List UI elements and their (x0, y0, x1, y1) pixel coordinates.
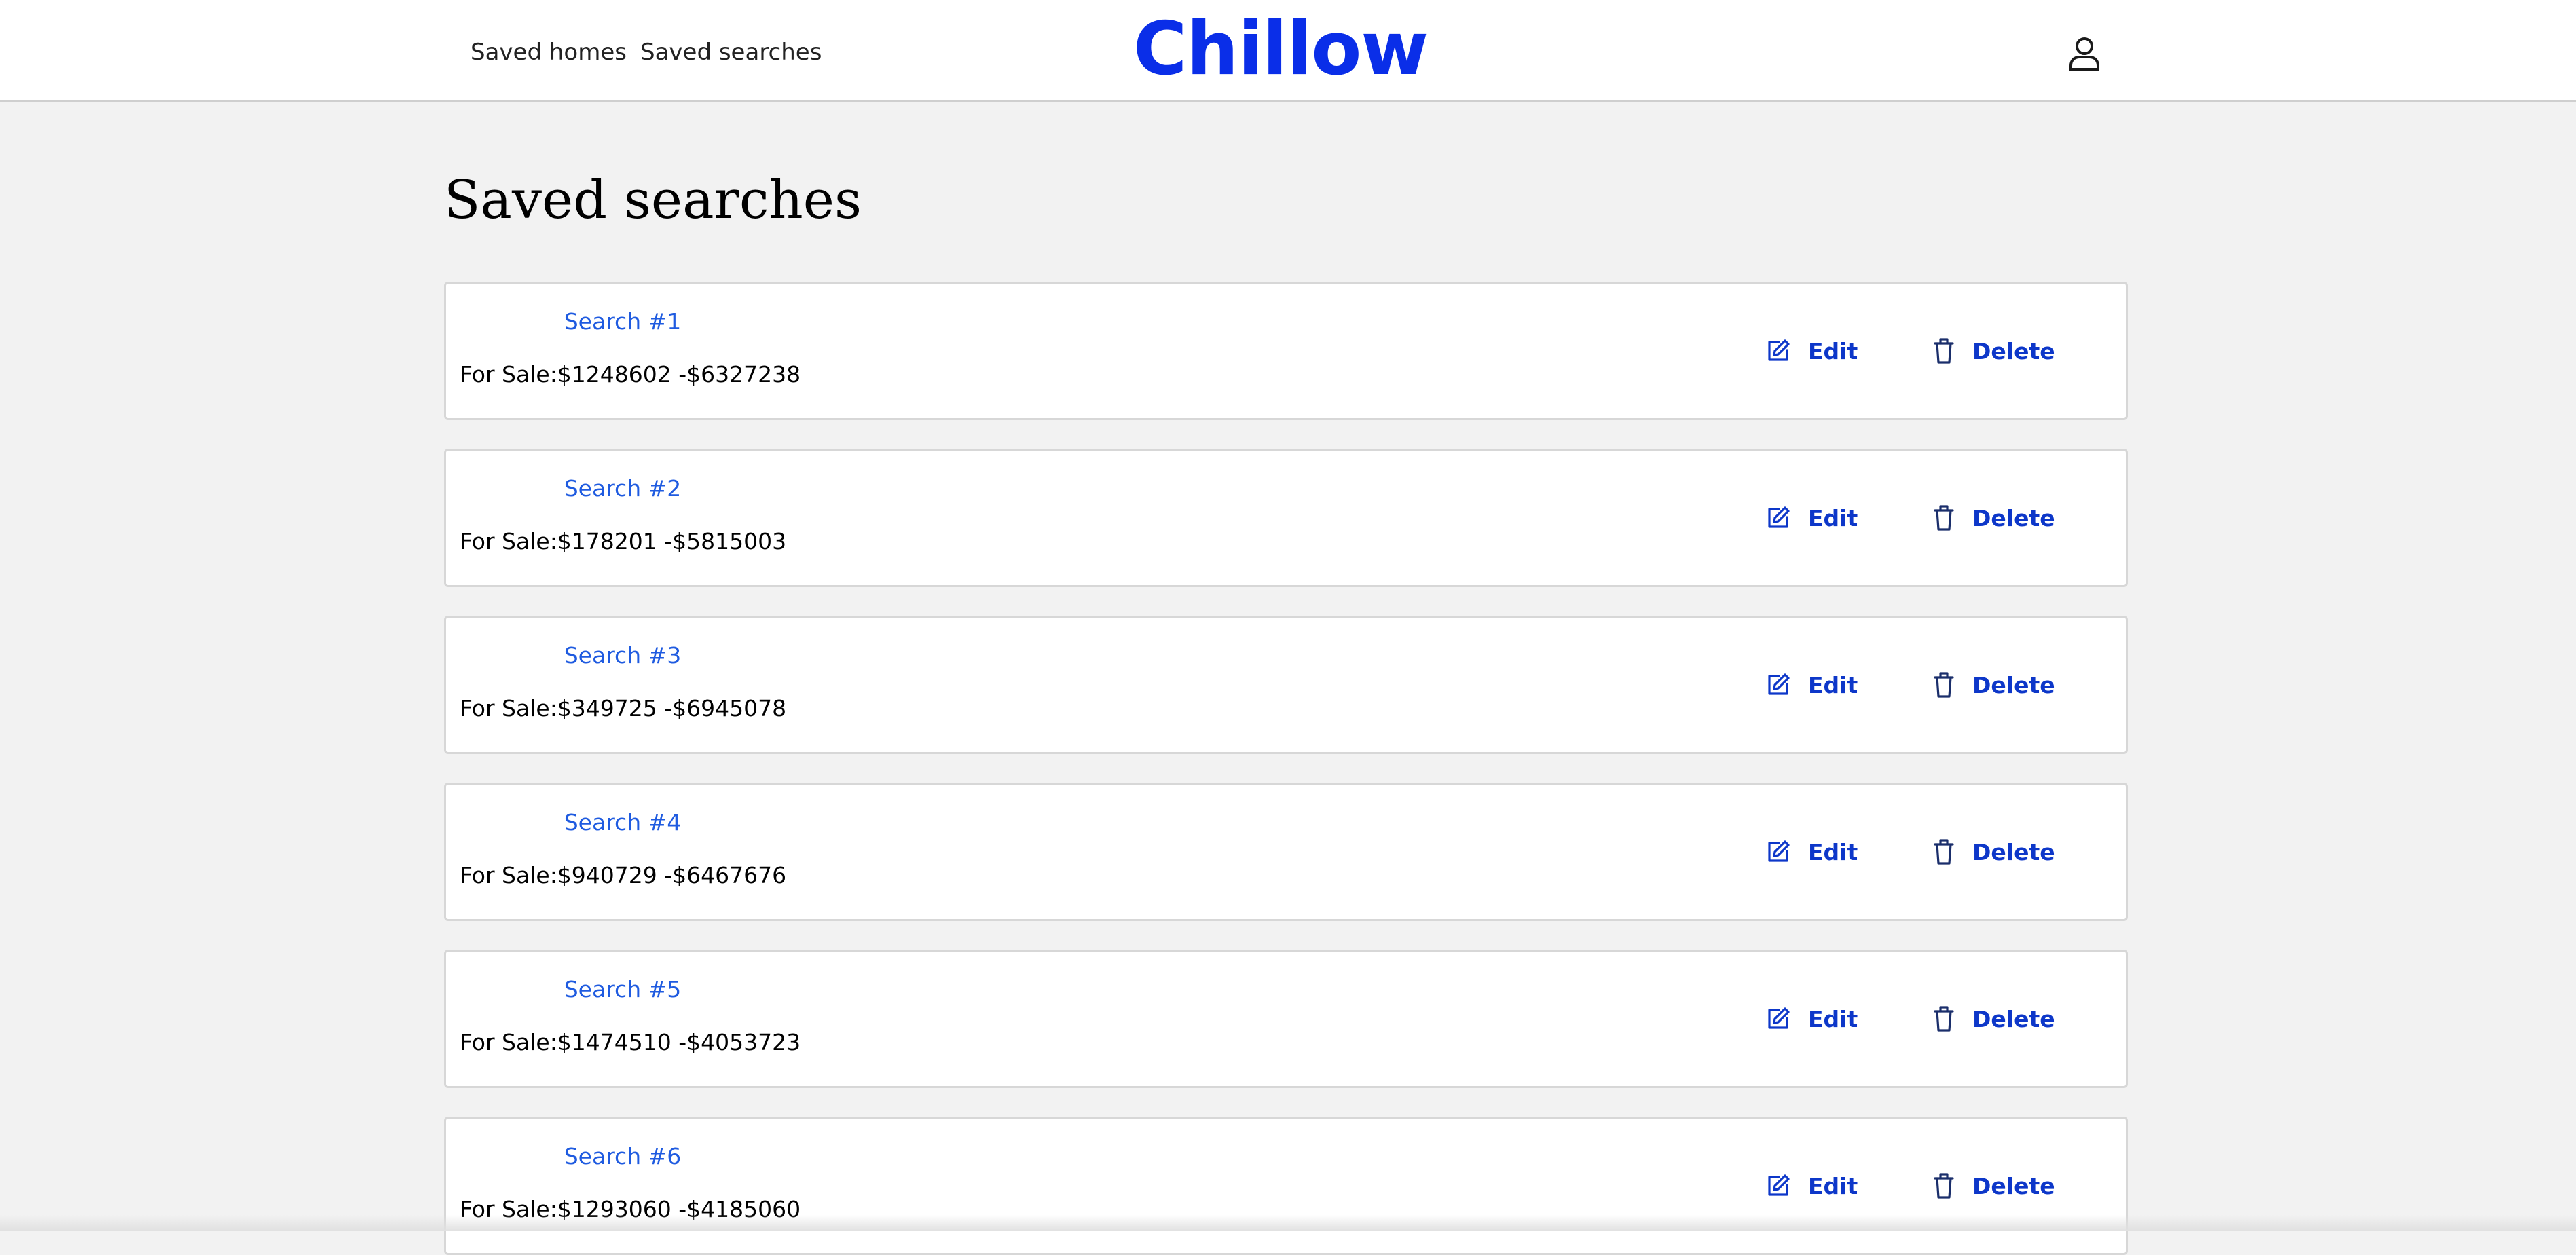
edit-label: Edit (1808, 1005, 1858, 1032)
trash-icon (1934, 1006, 1954, 1032)
delete-label: Delete (1972, 1172, 2055, 1199)
trash-icon (1934, 672, 1954, 698)
search-info: Search #1 For Sale:$1248602 -$6327238 (460, 284, 801, 418)
search-name-link[interactable]: Search #5 (487, 976, 758, 1003)
search-info: Search #6 For Sale:$1293060 -$4185060 (460, 1119, 801, 1253)
edit-button[interactable]: Edit (1766, 669, 1858, 700)
nav-saved-searches-link[interactable]: Saved searches (640, 39, 822, 66)
search-price-range: For Sale:$940729 -$6467676 (460, 862, 787, 888)
edit-icon (1768, 840, 1790, 862)
search-info: Search #4 For Sale:$940729 -$6467676 (460, 785, 786, 919)
search-name-link[interactable]: Search #3 (487, 642, 758, 669)
saved-search-card: Search #6 For Sale:$1293060 -$4185060 Ed… (444, 1117, 2128, 1255)
search-info: Search #2 For Sale:$178201 -$5815003 (460, 451, 786, 585)
edit-button[interactable]: Edit (1766, 1003, 1858, 1034)
edit-icon (1768, 339, 1790, 361)
saved-search-card: Search #4 For Sale:$940729 -$6467676 Edi… (444, 783, 2128, 921)
trash-icon (1934, 1173, 1954, 1199)
delete-button[interactable]: Delete (1933, 836, 2055, 867)
delete-button[interactable]: Delete (1933, 1003, 2055, 1034)
edit-icon (1768, 1174, 1790, 1196)
edit-button[interactable]: Edit (1766, 836, 1858, 867)
edit-button[interactable]: Edit (1766, 1170, 1858, 1201)
delete-label: Delete (1972, 337, 2055, 364)
edit-label: Edit (1808, 671, 1858, 698)
brand-logo[interactable]: Chillow (1133, 9, 1429, 90)
search-name-link[interactable]: Search #6 (487, 1143, 758, 1169)
page-title: Saved searches (444, 170, 862, 231)
delete-button[interactable]: Delete (1933, 1170, 2055, 1201)
user-icon[interactable] (2066, 35, 2103, 72)
edit-label: Edit (1808, 838, 1858, 865)
edit-label: Edit (1808, 504, 1858, 531)
trash-icon (1934, 338, 1954, 364)
search-name-link[interactable]: Search #4 (487, 809, 758, 836)
saved-search-card: Search #5 For Sale:$1474510 -$4053723 Ed… (444, 950, 2128, 1088)
edit-label: Edit (1808, 1172, 1858, 1199)
saved-search-card: Search #3 For Sale:$349725 -$6945078 Edi… (444, 616, 2128, 754)
delete-button[interactable]: Delete (1933, 669, 2055, 700)
page-bottom-shadow (0, 1215, 2576, 1231)
delete-button[interactable]: Delete (1933, 335, 2055, 367)
trash-icon (1934, 839, 1954, 865)
delete-label: Delete (1972, 838, 2055, 865)
search-price-range: For Sale:$1474510 -$4053723 (460, 1029, 801, 1055)
search-name-link[interactable]: Search #1 (487, 308, 758, 335)
delete-label: Delete (1972, 1005, 2055, 1032)
edit-icon (1768, 1007, 1790, 1029)
edit-label: Edit (1808, 337, 1858, 364)
edit-icon (1768, 673, 1790, 695)
edit-icon (1768, 506, 1790, 528)
search-name-link[interactable]: Search #2 (487, 475, 758, 502)
saved-search-card: Search #1 For Sale:$1248602 -$6327238 Ed… (444, 282, 2128, 420)
search-price-range: For Sale:$178201 -$5815003 (460, 528, 787, 555)
saved-search-card: Search #2 For Sale:$178201 -$5815003 Edi… (444, 449, 2128, 587)
nav-saved-homes-link[interactable]: Saved homes (471, 39, 627, 66)
delete-button[interactable]: Delete (1933, 502, 2055, 533)
top-navbar: Saved homes Saved searches Chillow (0, 0, 2576, 102)
search-price-range: For Sale:$1248602 -$6327238 (460, 361, 801, 388)
delete-label: Delete (1972, 504, 2055, 531)
trash-icon (1934, 505, 1954, 531)
search-info: Search #5 For Sale:$1474510 -$4053723 (460, 952, 801, 1086)
edit-button[interactable]: Edit (1766, 502, 1858, 533)
search-info: Search #3 For Sale:$349725 -$6945078 (460, 618, 786, 752)
delete-label: Delete (1972, 671, 2055, 698)
search-price-range: For Sale:$349725 -$6945078 (460, 695, 787, 722)
edit-button[interactable]: Edit (1766, 335, 1858, 367)
